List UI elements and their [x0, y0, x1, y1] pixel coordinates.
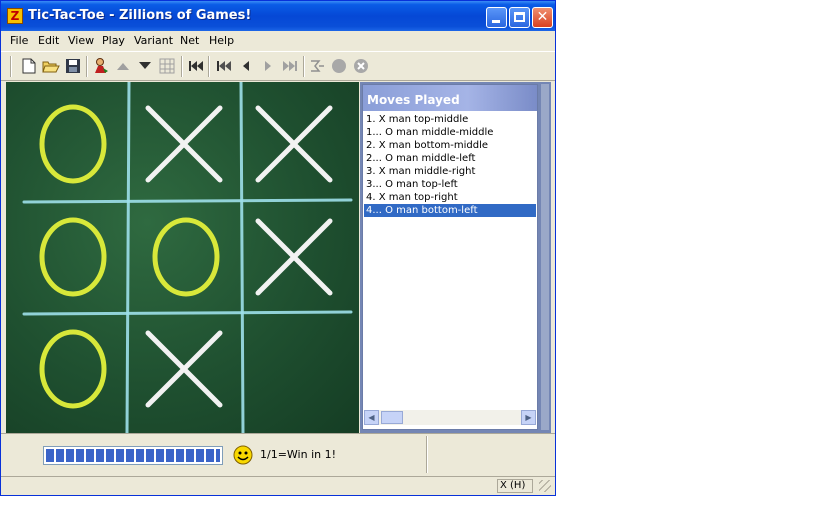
move-item[interactable]: 3. X man middle-right [364, 165, 536, 178]
up-arrow-icon[interactable] [113, 56, 133, 76]
result-status-text: 1/1=Win in 1! [260, 448, 337, 461]
scroll-left-icon[interactable]: ◀ [364, 410, 379, 425]
down-arrow-icon[interactable] [135, 56, 155, 76]
back-icon[interactable] [236, 56, 256, 76]
minimize-button[interactable] [486, 7, 507, 28]
app-window: Z Tic-Tac-Toe - Zillions of Games! ✕ Fil… [0, 0, 556, 496]
engine-icon[interactable] [307, 56, 327, 76]
bottom-status-bar: X (H) [1, 476, 555, 495]
scroll-right-icon[interactable]: ▶ [521, 410, 536, 425]
toolbar-separator [208, 56, 210, 77]
move-item[interactable]: 4... O man bottom-left [364, 204, 536, 217]
title-bar[interactable]: Z Tic-Tac-Toe - Zillions of Games! ✕ [1, 1, 555, 31]
board-canvas[interactable] [6, 82, 359, 433]
moves-list[interactable]: 1. X man top-middle 1... O man middle-mi… [364, 113, 536, 217]
o-piece [152, 217, 220, 297]
close-button[interactable]: ✕ [532, 7, 553, 28]
o-piece [39, 217, 107, 297]
move-item[interactable]: 1... O man middle-middle [364, 126, 536, 139]
board-grid-line [125, 82, 131, 433]
menu-variant[interactable]: Variant [134, 34, 173, 47]
maximize-button[interactable] [509, 7, 530, 28]
maximize-icon [514, 12, 525, 22]
moves-horizontal-scrollbar[interactable]: ◀ ▶ [364, 410, 536, 425]
save-icon[interactable] [63, 56, 83, 76]
status-bar: 1/1=Win in 1! [1, 433, 555, 475]
move-item[interactable]: 3... O man top-left [364, 178, 536, 191]
toolbar-separator [86, 56, 88, 77]
status-divider [426, 436, 428, 473]
side-panel-scrollbar[interactable] [541, 84, 549, 430]
move-item[interactable]: 1. X man top-middle [364, 113, 536, 126]
o-piece [39, 329, 107, 409]
moves-panel-header: Moves Played [363, 85, 537, 111]
player-mode-indicator: X (H) [497, 479, 533, 493]
scroll-thumb[interactable] [381, 411, 403, 424]
rewind-icon[interactable] [186, 56, 206, 76]
board-grid-line [239, 82, 245, 433]
search-progress-bar [43, 446, 223, 465]
toolbar-separator [303, 56, 305, 77]
step-back-icon[interactable] [214, 56, 234, 76]
fast-forward-icon[interactable] [280, 56, 300, 76]
moves-panel: Moves Played 1. X man top-middle 1... O … [362, 84, 538, 430]
menu-view[interactable]: View [68, 34, 94, 47]
progress-fill [46, 449, 220, 462]
toolbar-separator [10, 56, 12, 77]
circle-icon[interactable] [329, 56, 349, 76]
game-board[interactable] [6, 82, 359, 433]
menu-edit[interactable]: Edit [38, 34, 59, 47]
move-item[interactable]: 4. X man top-right [364, 191, 536, 204]
close-icon: ✕ [536, 9, 549, 25]
move-item[interactable]: 2. X man bottom-middle [364, 139, 536, 152]
menu-play[interactable]: Play [102, 34, 125, 47]
menu-help[interactable]: Help [209, 34, 234, 47]
toolbar-separator [181, 56, 183, 77]
menu-net[interactable]: Net [180, 34, 199, 47]
menu-bar: File Edit View Play Variant Net Help [1, 31, 555, 50]
smiley-icon [233, 445, 253, 465]
menu-file[interactable]: File [10, 34, 28, 47]
forward-icon[interactable] [258, 56, 278, 76]
open-icon[interactable] [41, 56, 61, 76]
side-panel: Moves Played 1. X man top-middle 1... O … [360, 82, 551, 433]
window-title: Tic-Tac-Toe - Zillions of Games! [28, 8, 252, 23]
moves-panel-title: Moves Played [367, 93, 460, 107]
zillions-app-icon[interactable]: Z [7, 8, 23, 24]
cancel-icon[interactable] [351, 56, 371, 76]
move-item[interactable]: 2... O man middle-left [364, 152, 536, 165]
o-piece [39, 104, 107, 184]
resize-grip-icon[interactable] [539, 480, 551, 492]
minimize-icon [492, 20, 500, 23]
toolbar [1, 51, 555, 81]
new-icon[interactable] [19, 56, 39, 76]
board-grid-icon[interactable] [157, 56, 177, 76]
board-grid-line [22, 198, 353, 204]
player-icon[interactable] [91, 56, 111, 76]
board-grid-line [22, 310, 353, 316]
